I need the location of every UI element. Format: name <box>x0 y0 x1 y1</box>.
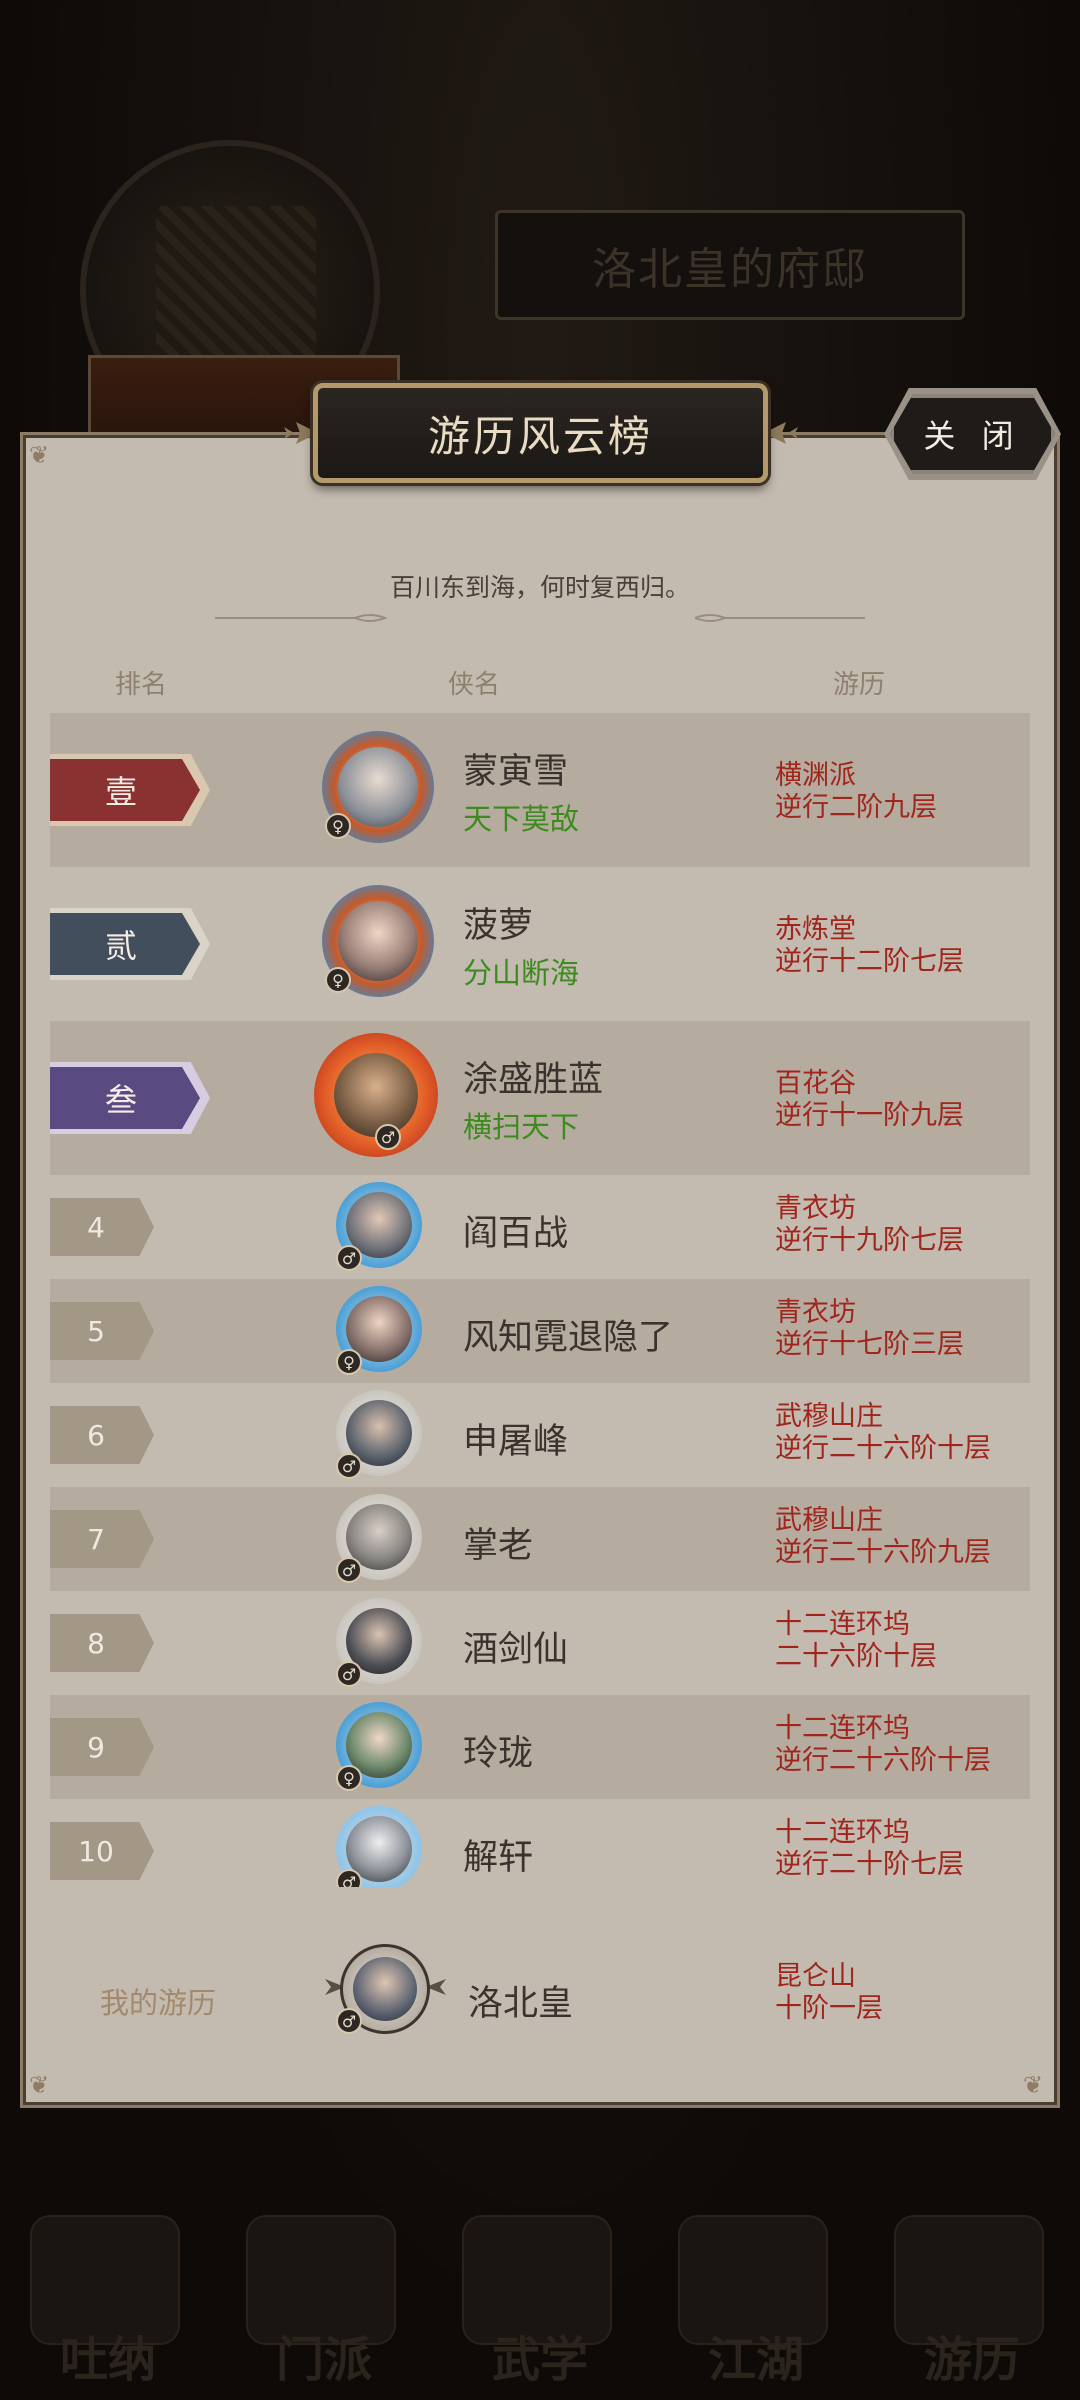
leaderboard-row[interactable]: 贰 ♀ 菠萝 分山断海 赤炼堂 逆行十二阶七层 <box>50 867 1030 1021</box>
player-name: 玲珑 <box>463 1734 534 1774</box>
nav-tuna: 吐纳 <box>0 2200 216 2400</box>
leaderboard-row[interactable]: 9 ♀ 玲珑 十二连环坞 逆行二十六阶十层 <box>50 1695 1030 1799</box>
player-sect: 武穆山庄 逆行二十六阶十层 <box>775 1401 991 1464</box>
leaderboard-row[interactable]: 7 ♂ 掌老 武穆山庄 逆行二十六阶九层 <box>50 1487 1030 1591</box>
corner-ornament-icon: ❦ <box>29 441 50 469</box>
rank-badge: 4 <box>50 1198 154 1256</box>
modal-title-plate: 游历风云榜 <box>313 383 768 483</box>
player-title: 天下莫敌 <box>463 802 580 836</box>
player-sect: 横渊派 逆行二阶九层 <box>775 760 937 823</box>
nav-wuxue: 武学 <box>432 2200 648 2400</box>
leaderboard-list[interactable]: 壹 ♀ 蒙寅雪 天下莫敌 横渊派 逆行二阶九层 贰 ♀ 菠萝 分山断海 赤炼堂 逆行… <box>50 713 1030 1887</box>
modal-title: 游历风云榜 <box>427 411 653 461</box>
subtitle-deco-left-icon <box>215 614 388 622</box>
subtitle-deco-right-icon <box>694 614 865 622</box>
player-name: 申屠峰 <box>463 1422 569 1462</box>
leaderboard-row[interactable]: 5 ♀ 风知霓退隐了 青衣坊 逆行十七阶三层 <box>50 1279 1030 1383</box>
rank-badge: 6 <box>50 1406 154 1464</box>
male-gender-icon: ♂ <box>336 1245 362 1271</box>
player-name: 阎百战 <box>463 1214 569 1254</box>
player-sect: 十二连环坞 逆行二十阶七层 <box>775 1817 964 1880</box>
nav-menpai: 门派 <box>216 2200 432 2400</box>
title-wing-right-icon <box>764 422 798 444</box>
leaderboard-row[interactable]: 叁 ♂ 涂盛胜蓝 横扫天下 百花谷 逆行十一阶九层 <box>50 1021 1030 1175</box>
player-sect: 赤炼堂 逆行十二阶七层 <box>775 914 964 977</box>
rank-badge: 10 <box>50 1822 154 1880</box>
player-name: 蒙寅雪 <box>463 752 569 792</box>
modal-subtitle: 百川东到海，何时复西归。 <box>389 573 690 602</box>
rank-badge: 叁 <box>50 1062 210 1134</box>
female-gender-icon: ♀ <box>336 1765 362 1791</box>
player-sect: 青衣坊 逆行十七阶三层 <box>775 1297 964 1360</box>
player-name: 酒剑仙 <box>463 1630 569 1670</box>
my-sect: 昆仑山 十阶一层 <box>775 1961 883 2024</box>
leaderboard-row[interactable]: 壹 ♀ 蒙寅雪 天下莫敌 横渊派 逆行二阶九层 <box>50 713 1030 867</box>
nav-youli: 游历 <box>864 2200 1080 2400</box>
residence-title: 洛北皇的府邸 <box>495 210 965 320</box>
player-title: 横扫天下 <box>463 1110 580 1144</box>
rank-badge: 贰 <box>50 908 210 980</box>
male-gender-icon: ♂ <box>336 1453 362 1479</box>
leaderboard-row[interactable]: 4 ♂ 阎百战 青衣坊 逆行十九阶七层 <box>50 1175 1030 1279</box>
player-sect: 武穆山庄 逆行二十六阶九层 <box>775 1505 991 1568</box>
player-title: 分山断海 <box>463 956 580 990</box>
player-sect: 十二连环坞 二十六阶十层 <box>775 1609 937 1672</box>
player-sect: 青衣坊 逆行十九阶七层 <box>775 1193 964 1256</box>
rank-badge: 8 <box>50 1614 154 1672</box>
my-journey-label: 我的游历 <box>100 1986 217 2020</box>
male-gender-icon: ♂ <box>336 1661 362 1687</box>
leaderboard-row[interactable]: 6 ♂ 申屠峰 武穆山庄 逆行二十六阶十层 <box>50 1383 1030 1487</box>
female-gender-icon: ♀ <box>325 813 351 839</box>
male-gender-icon: ♂ <box>375 1124 401 1150</box>
rank-badge: 9 <box>50 1718 154 1776</box>
rank-badge: 壹 <box>50 754 210 826</box>
female-gender-icon: ♀ <box>336 1349 362 1375</box>
close-button-label: 关 闭 <box>923 417 1022 455</box>
close-button[interactable]: 关 闭 <box>890 394 1055 474</box>
rank-badge: 5 <box>50 1302 154 1360</box>
leaderboard-row[interactable]: 10 ♂ 解轩 十二连环坞 逆行二十阶七层 <box>50 1799 1030 1887</box>
my-name: 洛北皇 <box>468 1984 574 2024</box>
leaderboard-row[interactable]: 8 ♂ 酒剑仙 十二连环坞 二十六阶十层 <box>50 1591 1030 1695</box>
player-name: 涂盛胜蓝 <box>463 1060 604 1100</box>
player-name: 风知霓退隐了 <box>463 1318 674 1358</box>
player-sect: 十二连环坞 逆行二十六阶十层 <box>775 1713 991 1776</box>
rank-badge: 7 <box>50 1510 154 1568</box>
column-header-journey: 游历 <box>833 670 886 700</box>
my-journey-row[interactable]: 我的游历 ♂ 洛北皇 昆仑山 十阶一层 <box>50 1887 1030 2087</box>
player-name: 解轩 <box>463 1838 534 1878</box>
bottom-nav: 吐纳 门派 武学 江湖 游历 <box>0 2200 1080 2400</box>
player-name: 掌老 <box>463 1526 534 1566</box>
player-name: 菠萝 <box>463 906 534 946</box>
male-gender-icon: ♂ <box>336 2008 362 2034</box>
female-gender-icon: ♀ <box>325 967 351 993</box>
male-gender-icon: ♂ <box>336 1557 362 1583</box>
column-header-rank: 排名 <box>115 670 168 700</box>
column-header-name: 侠名 <box>448 670 501 700</box>
player-sect: 百花谷 逆行十一阶九层 <box>775 1068 964 1131</box>
nav-jianghu: 江湖 <box>648 2200 864 2400</box>
